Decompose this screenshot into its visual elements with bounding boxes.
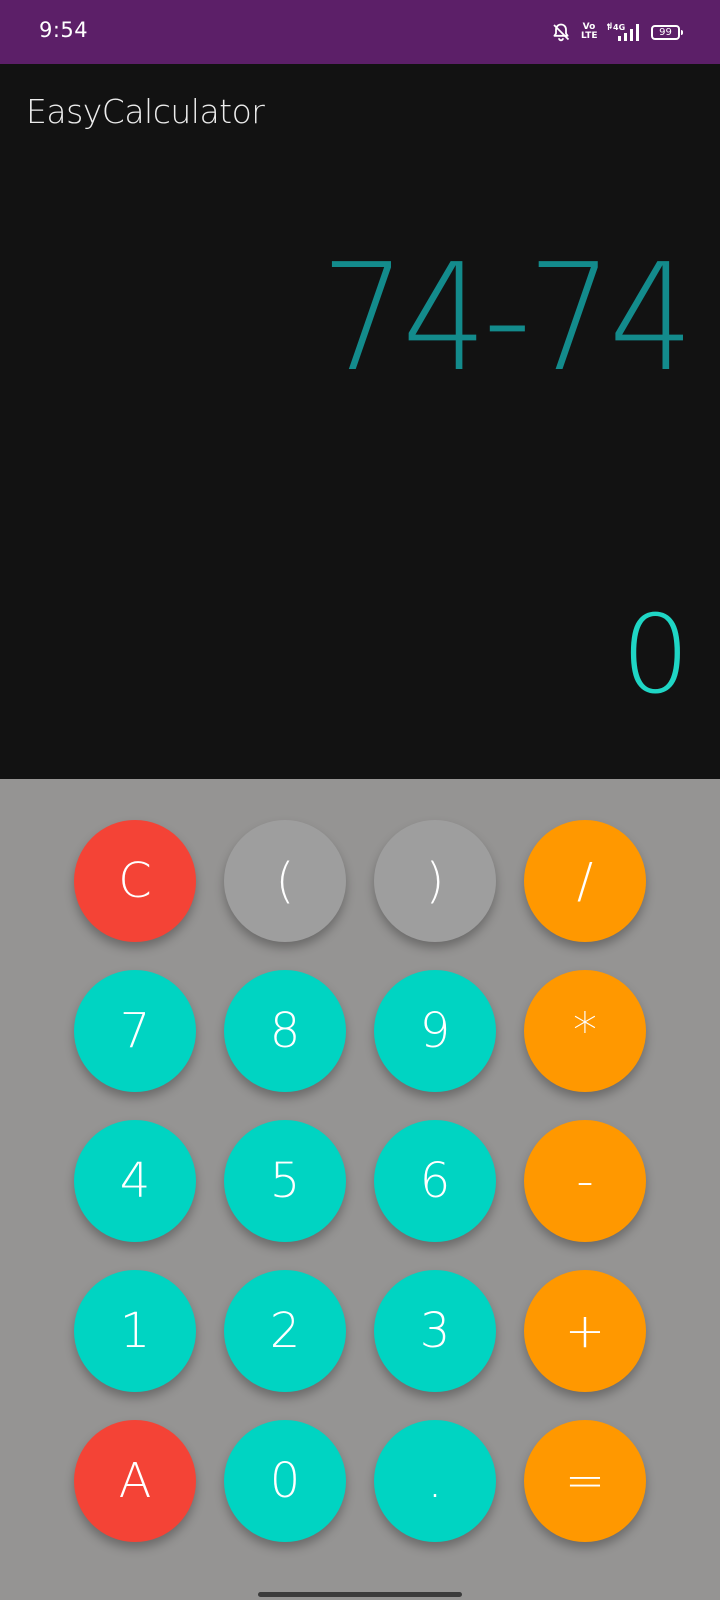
network-type-label: 4G <box>613 23 625 32</box>
status-bar: 9:54 Vo LTE 4G 99 <box>0 0 720 64</box>
status-time: 9:54 <box>39 18 89 42</box>
digit-2-button[interactable]: 2 <box>224 1270 346 1392</box>
mute-icon <box>553 23 570 42</box>
plus-button[interactable]: + <box>524 1270 646 1392</box>
result-display: 0 <box>621 593 690 718</box>
calculator-display: EasyCalculator 74-74 0 <box>0 64 720 779</box>
digit-6-button[interactable]: 6 <box>374 1120 496 1242</box>
minus-button[interactable]: - <box>524 1120 646 1242</box>
expression-display: 74-74 <box>320 232 694 404</box>
volte-icon: Vo LTE <box>581 23 598 41</box>
clear-button[interactable]: C <box>74 820 196 942</box>
digit-1-button[interactable]: 1 <box>74 1270 196 1392</box>
volte-bottom-label: LTE <box>581 31 598 41</box>
battery-icon: 99 <box>651 24 683 40</box>
divide-button[interactable]: / <box>524 820 646 942</box>
digit-3-button[interactable]: 3 <box>374 1270 496 1392</box>
digit-7-button[interactable]: 7 <box>74 970 196 1092</box>
digit-8-button[interactable]: 8 <box>224 970 346 1092</box>
app-title: EasyCalculator <box>26 92 265 131</box>
close-paren-button[interactable]: ) <box>374 820 496 942</box>
digit-9-button[interactable]: 9 <box>374 970 496 1092</box>
digit-4-button[interactable]: 4 <box>74 1120 196 1242</box>
digit-5-button[interactable]: 5 <box>224 1120 346 1242</box>
digit-0-button[interactable]: 0 <box>224 1420 346 1542</box>
home-indicator[interactable] <box>258 1592 462 1597</box>
signal-icon: 4G <box>607 22 639 41</box>
decimal-button[interactable]: . <box>374 1420 496 1542</box>
open-paren-button[interactable]: ( <box>224 820 346 942</box>
all-clear-button[interactable]: A <box>74 1420 196 1542</box>
battery-level: 99 <box>659 26 672 38</box>
multiply-button[interactable]: * <box>524 970 646 1092</box>
status-icons: Vo LTE 4G 99 <box>551 19 683 45</box>
keypad: C ( ) / 7 8 9 * 4 5 6 - 1 2 3 + A 0 . = <box>0 779 720 1600</box>
equals-button[interactable]: = <box>524 1420 646 1542</box>
